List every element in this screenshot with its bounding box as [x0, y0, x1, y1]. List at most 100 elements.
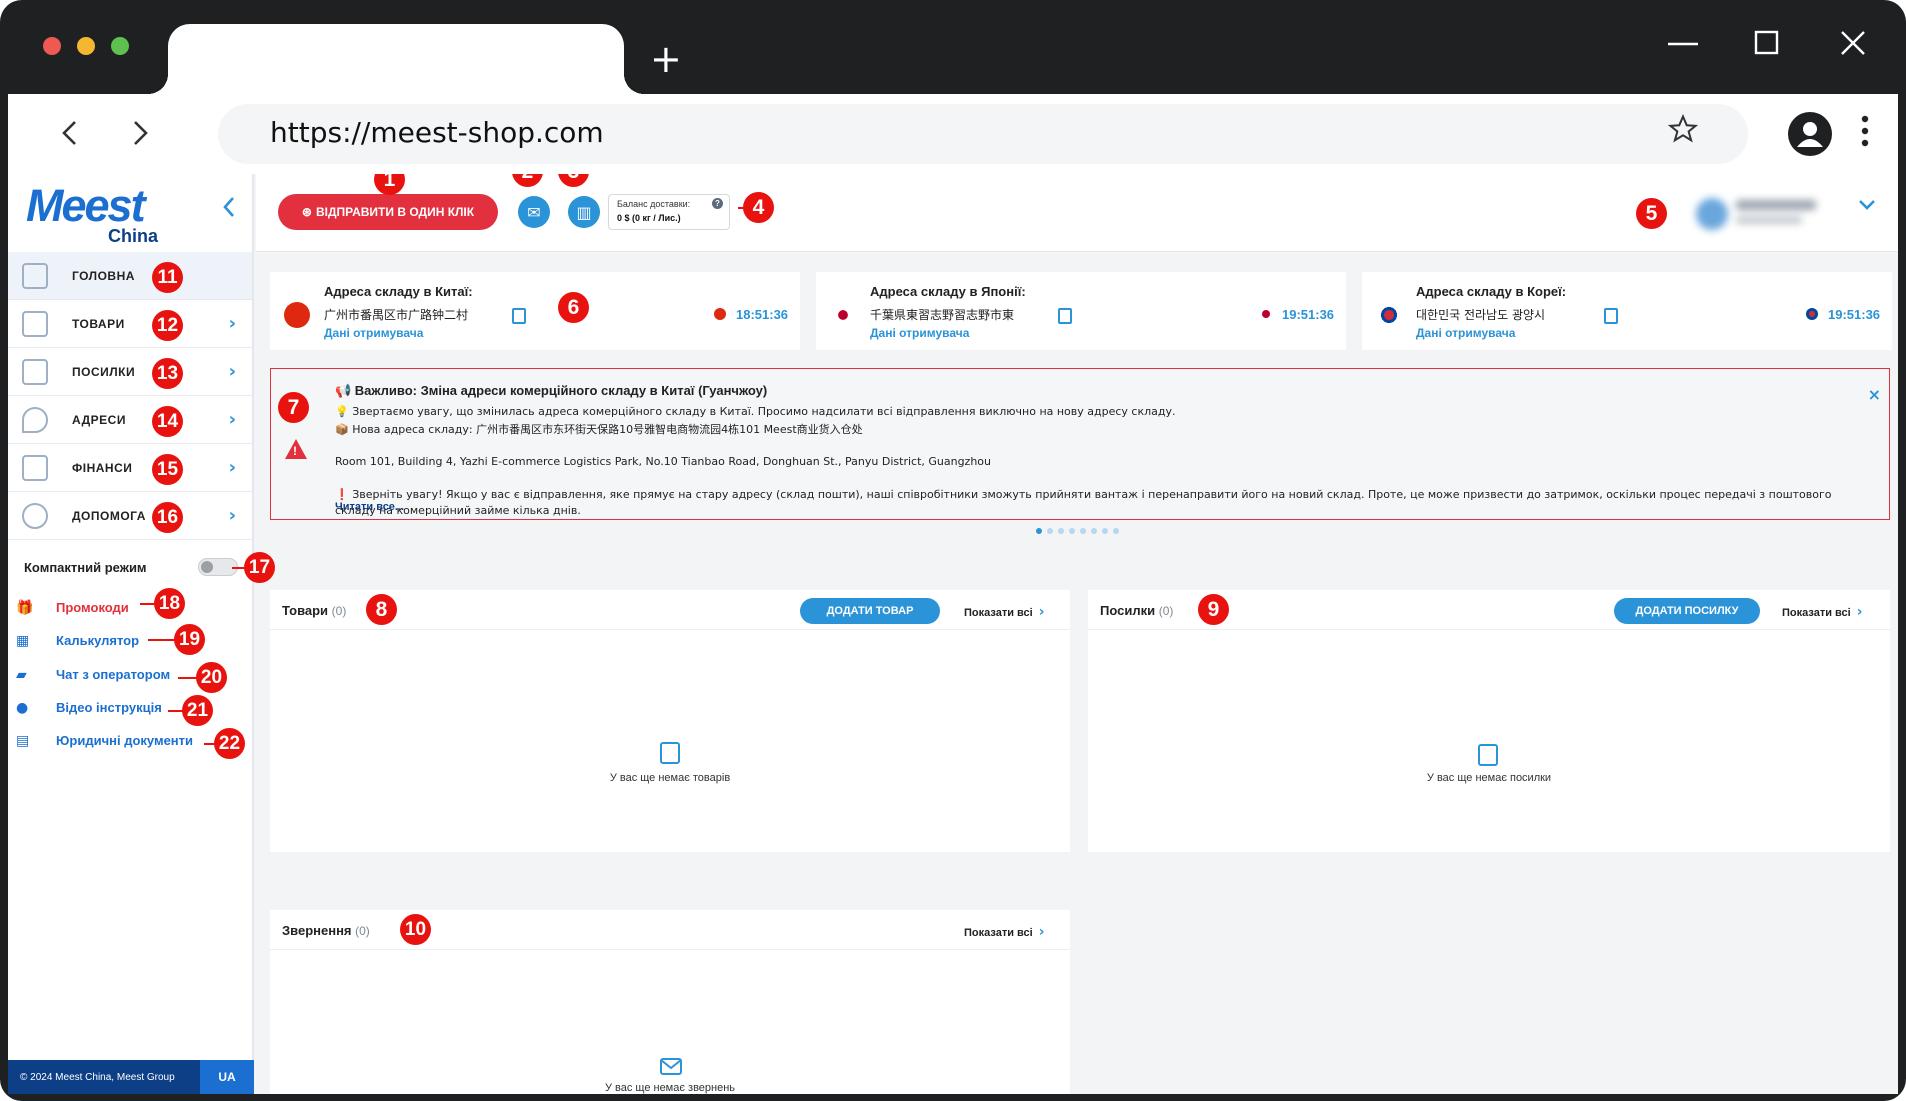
kebab-menu-icon[interactable]	[1860, 114, 1870, 148]
add-goods-button[interactable]: ДОДАТИ ТОВАР	[800, 598, 940, 624]
pager-dot[interactable]	[1058, 528, 1064, 534]
shopping-bag-icon	[660, 742, 680, 764]
chevron-right-icon: ›	[228, 505, 236, 526]
pager-dot[interactable]	[1113, 528, 1119, 534]
legal-documents-link[interactable]: ▤ Юридичні документи	[16, 733, 193, 748]
delivery-balance: Баланс доставки: 0 $ (0 кг / Лис.) ?	[608, 194, 730, 230]
profile-avatar-icon[interactable]	[1788, 112, 1832, 156]
annotation-badge: 19	[174, 624, 205, 655]
minimize-window-dot[interactable]	[77, 37, 95, 55]
pager-dot[interactable]	[1047, 528, 1053, 534]
new-tab-button[interactable]: +	[650, 38, 682, 80]
back-icon[interactable]	[60, 120, 80, 146]
parcels-panel-title: Посилки (0)	[1100, 603, 1173, 618]
sidebar-item-addresses[interactable]: АДРЕСИ ›	[8, 396, 252, 444]
maximize-window-dot[interactable]	[111, 37, 129, 55]
badge-connector	[148, 639, 176, 641]
sidebar-item-parcels[interactable]: ПОСИЛКИ ›	[8, 348, 252, 396]
recipient-data-link[interactable]: Дані отримувача	[1416, 326, 1515, 340]
minimize-icon[interactable]	[1666, 30, 1700, 60]
parcels-panel: Посилки (0) ДОДАТИ ПОСИЛКУ Показати всі ›…	[1088, 590, 1890, 852]
browser-tab[interactable]	[148, 24, 644, 94]
video-instruction-link[interactable]: ● Відео інструкція	[16, 700, 162, 715]
help-icon[interactable]: ?	[712, 198, 723, 209]
user-profile[interactable]	[1696, 196, 1826, 230]
copy-icon[interactable]	[1604, 308, 1618, 324]
recipient-data-link[interactable]: Дані отримувача	[870, 326, 969, 340]
close-window-dot[interactable]	[43, 37, 61, 55]
forward-icon[interactable]	[130, 120, 150, 146]
envelope-icon	[660, 1058, 682, 1075]
read-more-link[interactable]: Читати все...	[335, 501, 404, 513]
close-notice-icon[interactable]: ×	[1868, 385, 1881, 404]
pager-dot[interactable]	[1069, 528, 1075, 534]
book-icon: ▥	[576, 202, 592, 222]
url-text: https://meest-shop.com	[270, 116, 604, 149]
language-switch[interactable]: UA	[200, 1060, 254, 1094]
annotation-badge: 13	[152, 358, 183, 389]
pager-dot[interactable]	[1080, 528, 1086, 534]
goods-panel: Товари (0) ДОДАТИ ТОВАР Показати всі › У …	[270, 590, 1070, 852]
carousel-pager	[1036, 528, 1119, 534]
send-one-click-label: ВІДПРАВИТИ В ОДИН КЛІК	[315, 205, 475, 219]
user-avatar	[1696, 198, 1728, 230]
copy-icon[interactable]	[1058, 308, 1072, 324]
local-time: 18:51:36	[736, 307, 789, 322]
help-question-icon	[22, 502, 48, 529]
chevron-right-icon: ›	[1856, 604, 1863, 620]
chevron-right-icon: ›	[228, 457, 236, 478]
sidebar-item-home[interactable]: ГОЛОВНА	[8, 252, 252, 300]
show-all-label: Показати всі	[964, 607, 1033, 619]
close-icon[interactable]	[1840, 30, 1866, 56]
warehouse-title: Адреса складу в Кореї:	[1416, 284, 1567, 299]
goods-show-all-link[interactable]: Показати всі ›	[964, 604, 1044, 620]
home-box-icon	[22, 262, 48, 289]
recipient-data-link[interactable]: Дані отримувача	[324, 326, 423, 340]
operator-chat-link[interactable]: ▰ Чат з оператором	[16, 667, 170, 682]
panel-title-text: Звернення	[282, 923, 352, 938]
messages-button[interactable]: ✉	[518, 196, 550, 228]
appeals-panel-title: Звернення (0)	[282, 923, 370, 938]
sidebar-item-finances[interactable]: ФІНАНСИ ›	[8, 444, 252, 492]
annotation-badge: 4	[743, 192, 774, 223]
warehouse-title: Адреса складу в Китаї:	[324, 284, 473, 299]
collapse-sidebar-icon[interactable]	[222, 196, 236, 218]
japan-flag-icon	[830, 302, 856, 328]
copy-icon[interactable]	[512, 308, 526, 324]
warehouse-card-china: Адреса складу в Китаї: 广州市番禺区市广路钟二村 Дані…	[270, 272, 800, 350]
annotation-badge: 21	[182, 695, 213, 726]
warehouse-address: 广州市番禺区市广路钟二村	[324, 308, 469, 322]
send-one-click-button[interactable]: ⊛ ВІДПРАВИТИ В ОДИН КЛІК	[278, 194, 498, 230]
pager-dot[interactable]	[1091, 528, 1097, 534]
gift-icon: 🎁	[16, 599, 34, 616]
parcels-show-all-link[interactable]: Показати всі ›	[1782, 604, 1862, 620]
logo[interactable]: Meest China	[26, 182, 158, 247]
parcel-box-icon	[1478, 744, 1498, 766]
bookmark-star-icon[interactable]	[1668, 114, 1698, 144]
sidebar-item-goods[interactable]: ТОВАРИ ›	[8, 300, 252, 348]
address-bar[interactable]: https://meest-shop.com	[218, 104, 1748, 164]
pager-dot[interactable]	[1036, 528, 1042, 534]
play-icon: ●	[16, 699, 29, 716]
sidebar-item-label: ТОВАРИ	[72, 316, 125, 331]
instructions-button[interactable]: ▥	[568, 196, 600, 228]
pager-dot[interactable]	[1102, 528, 1108, 534]
maximize-icon[interactable]	[1754, 30, 1780, 56]
add-parcel-button[interactable]: ДОДАТИ ПОСИЛКУ	[1614, 598, 1760, 624]
show-all-label: Показати всі	[1782, 607, 1851, 619]
goods-empty-text: У вас ще немає товарів	[609, 772, 731, 784]
warehouse-card-korea: Адреса складу в Кореї: 대한민국 전라남도 광양시 Дан…	[1362, 272, 1892, 350]
important-notice: 📢 Важливо: Зміна адреси комерційного скл…	[270, 368, 1890, 520]
calculator-link[interactable]: ▦ Калькулятор	[16, 633, 139, 648]
sidebar-item-label: ГОЛОВНА	[72, 268, 135, 283]
user-name-blurred	[1736, 200, 1816, 210]
japan-flag-small-icon	[1262, 310, 1270, 318]
appeals-show-all-link[interactable]: Показати всі ›	[964, 924, 1044, 940]
panel-count: (0)	[355, 924, 370, 938]
parcels-empty-text: У вас ще немає посилки	[1426, 772, 1552, 784]
chevron-down-icon[interactable]	[1858, 198, 1876, 212]
sidebar-item-help[interactable]: ДОПОМОГА ›	[8, 492, 252, 540]
notice-text: 💡 Звертаємо увагу, що змінилась адреса к…	[335, 405, 1176, 418]
annotation-badge: 11	[152, 262, 183, 293]
promo-codes-link[interactable]: 🎁 Промокоди	[16, 600, 129, 615]
